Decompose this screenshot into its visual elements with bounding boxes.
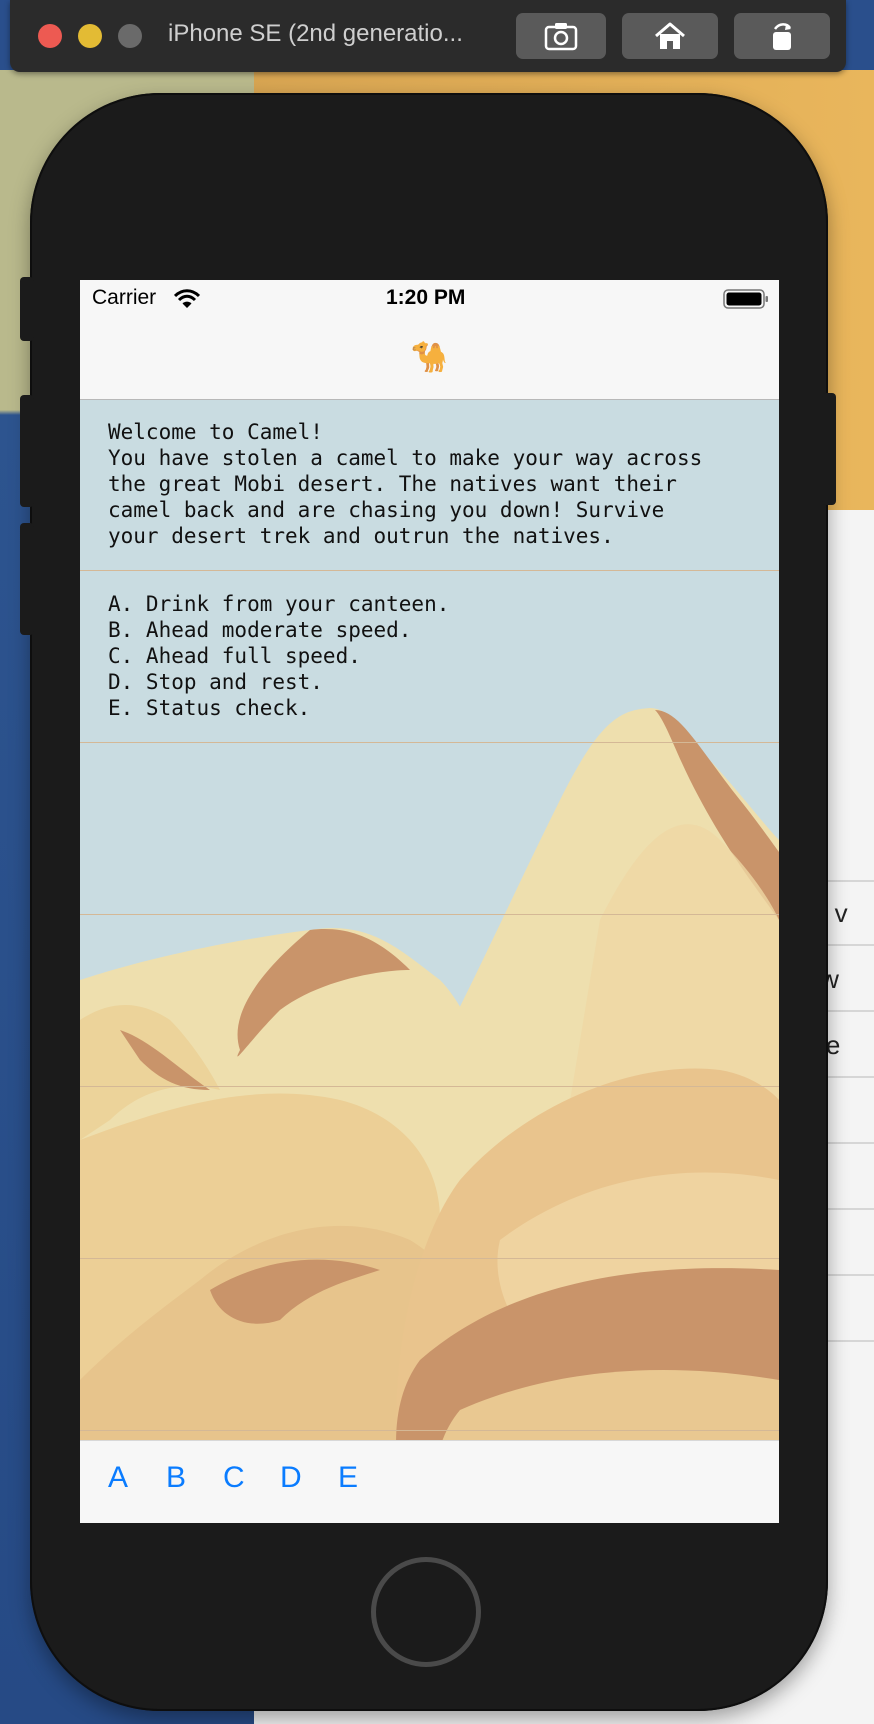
screenshot-button[interactable] bbox=[516, 13, 606, 59]
option-d-button[interactable]: D bbox=[280, 1461, 302, 1495]
options-toolbar: A B C D E bbox=[80, 1440, 779, 1523]
screenshot-icon bbox=[544, 23, 578, 51]
table-row bbox=[80, 915, 779, 1087]
volume-up-button bbox=[20, 395, 34, 507]
rotate-button[interactable] bbox=[734, 13, 830, 59]
home-button[interactable] bbox=[622, 13, 718, 59]
status-time: 1:20 PM bbox=[386, 286, 466, 309]
camel-title: 🐪 bbox=[410, 341, 449, 374]
minimize-window-button[interactable] bbox=[78, 24, 102, 48]
simulator-toolbar: iPhone SE (2nd generatio... bbox=[10, 0, 846, 72]
table-row bbox=[80, 1259, 779, 1431]
navigation-bar: 🐪 bbox=[80, 320, 779, 400]
option-a-button[interactable]: A bbox=[108, 1461, 128, 1495]
option-e-button[interactable]: E bbox=[338, 1461, 358, 1495]
options-cell: A. Drink from your canteen. B. Ahead mod… bbox=[80, 571, 779, 743]
home-icon bbox=[655, 22, 685, 49]
table-row bbox=[80, 743, 779, 915]
simulator-title: iPhone SE (2nd generatio... bbox=[168, 20, 463, 47]
wifi-icon bbox=[174, 289, 200, 308]
option-b-button[interactable]: B bbox=[166, 1461, 186, 1495]
rotate-icon bbox=[773, 23, 792, 50]
story-cell: Welcome to Camel! You have stolen a came… bbox=[80, 399, 779, 571]
zoom-window-button[interactable] bbox=[118, 24, 142, 48]
status-bar: Carrier 1:20 PM bbox=[80, 280, 779, 320]
option-c-button[interactable]: C bbox=[223, 1461, 245, 1495]
mute-switch bbox=[20, 277, 34, 341]
table-row bbox=[80, 1087, 779, 1259]
battery-icon bbox=[723, 289, 768, 309]
app-screen: Welcome to Camel! You have stolen a came… bbox=[80, 280, 779, 1523]
volume-down-button bbox=[20, 523, 34, 635]
carrier-label: Carrier bbox=[92, 286, 157, 309]
close-window-button[interactable] bbox=[38, 24, 62, 48]
home-hardware-button[interactable] bbox=[371, 1557, 481, 1667]
power-button bbox=[822, 393, 836, 505]
